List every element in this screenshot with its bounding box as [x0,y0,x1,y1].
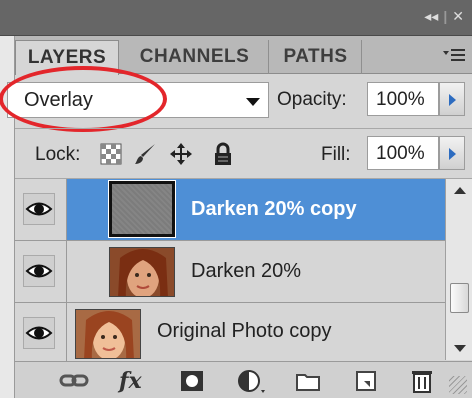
link-layers-icon[interactable] [59,368,89,394]
layer-visibility-cell [15,303,67,361]
lock-label: Lock: [35,144,81,165]
layer-thumbnail [109,247,175,297]
layer-row[interactable]: Darken 20% copy [15,179,445,241]
lock-transparent-pixels-icon[interactable] [99,142,123,166]
scroll-up-icon[interactable] [454,187,466,194]
divider [15,128,472,129]
layer-visibility-cell [15,241,67,302]
layer-name: Darken 20% copy [191,198,357,220]
collapse-icon[interactable]: ◂◂ [424,8,438,24]
layer-thumbnail [75,309,141,359]
fx-icon[interactable]: fx [119,368,145,394]
tab-channels[interactable]: CHANNELS [121,40,269,74]
layer-visibility-cell [15,179,67,240]
layer-list: Darken 20% copy Darken 20% Original Phot… [15,179,445,361]
opacity-label: Opacity: [277,89,347,110]
layer-row[interactable]: Darken 20% [15,241,445,303]
add-mask-icon[interactable] [179,368,205,394]
fill-slider-button[interactable] [439,136,465,170]
lock-position-icon[interactable] [169,142,193,166]
fx-label: fx [119,368,142,394]
close-icon[interactable]: ✕ [452,8,464,24]
layers-footer-toolbar: fx [15,361,472,398]
layer-row[interactable]: Original Photo copy [15,303,445,361]
layer-scrollbar[interactable] [445,179,472,360]
tab-paths[interactable]: PATHS [270,40,362,74]
lock-image-pixels-icon[interactable] [133,142,157,166]
layer-thumbnail [108,180,176,238]
eye-icon[interactable] [23,317,55,349]
chevron-down-icon [246,98,260,106]
trash-icon[interactable] [409,368,435,394]
new-group-icon[interactable] [295,368,321,394]
panel-titlebar: ◂◂ | ✕ [0,0,472,36]
new-layer-icon[interactable] [353,368,379,394]
eye-icon[interactable] [23,193,55,225]
eye-icon[interactable] [23,255,55,287]
resize-grip[interactable] [449,376,467,394]
window-controls: ◂◂ | ✕ [424,8,464,24]
annotation-circle [0,66,167,132]
layer-name: Original Photo copy [157,320,332,342]
panel-menu-icon[interactable] [441,44,467,66]
lock-all-icon[interactable] [211,142,235,166]
layers-panel: LAYERS CHANNELS PATHS Overlay Opacity: 1… [0,36,472,398]
layer-name: Darken 20% [191,260,302,282]
scroll-down-icon[interactable] [454,345,466,352]
opacity-field[interactable]: 100% [367,82,439,116]
fill-field[interactable]: 100% [367,136,439,170]
scrollbar-thumb[interactable] [450,283,469,313]
adjustment-layer-icon[interactable] [237,368,265,394]
fill-label: Fill: [321,144,351,165]
opacity-slider-button[interactable] [439,82,465,116]
